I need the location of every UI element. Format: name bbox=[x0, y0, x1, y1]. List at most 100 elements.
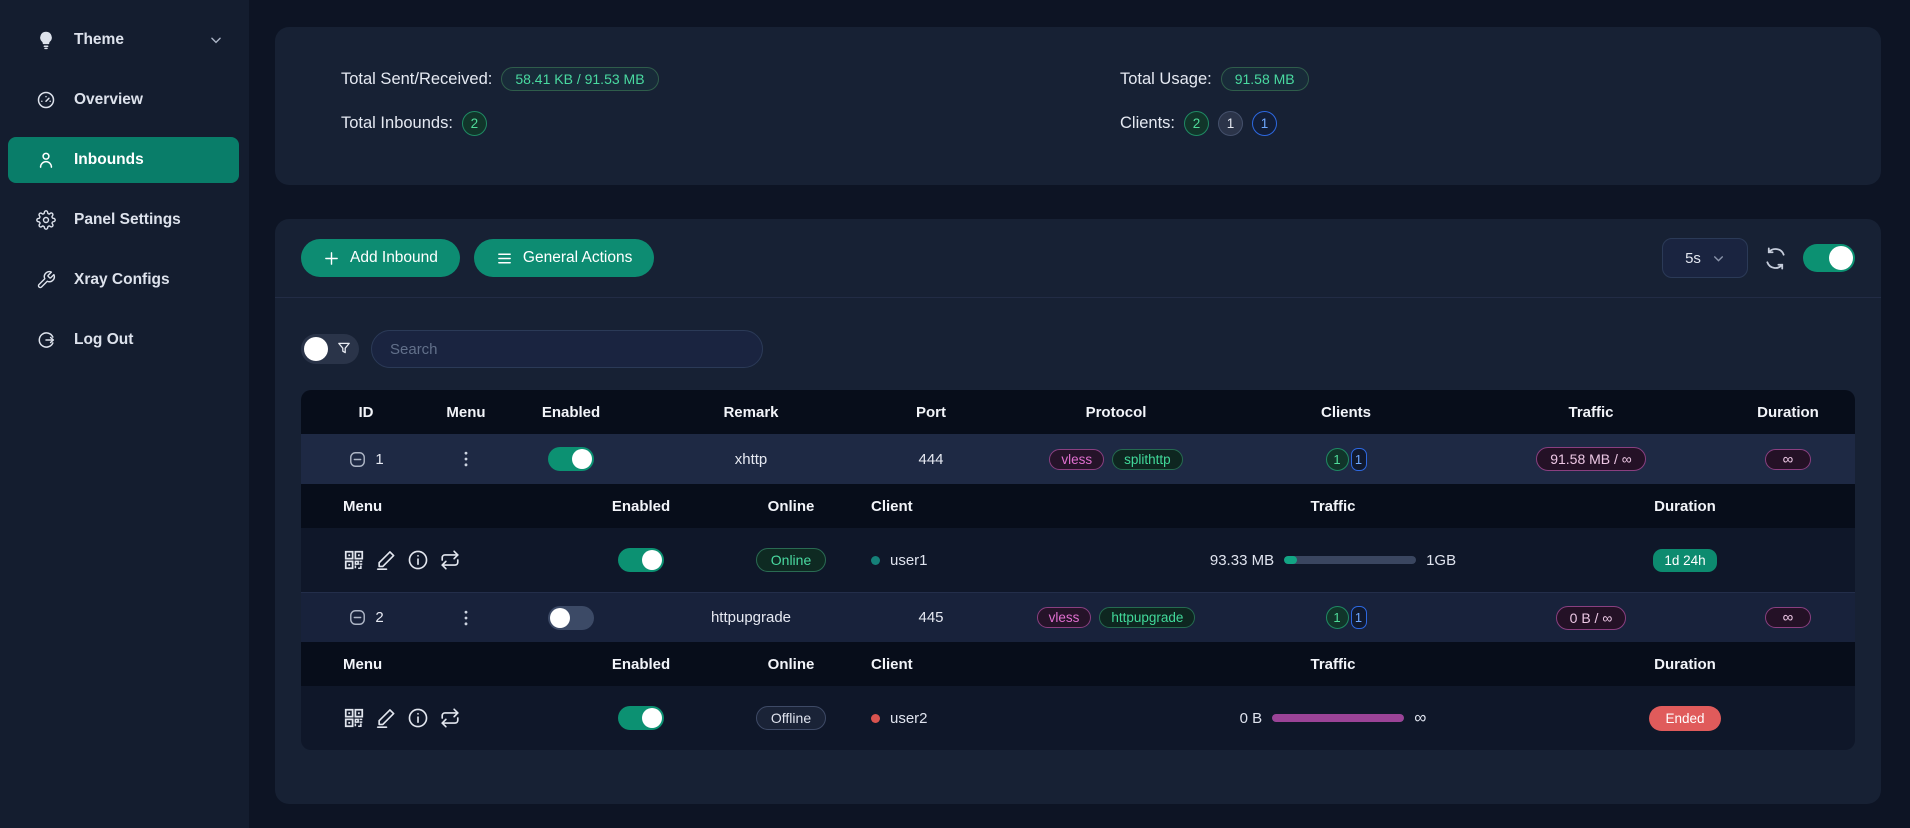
row-menu-button[interactable] bbox=[456, 608, 476, 628]
col-header-protocol: Protocol bbox=[1001, 404, 1231, 421]
col-header-enabled: Enabled bbox=[501, 404, 641, 421]
subcol-header-client: Client bbox=[861, 498, 1151, 515]
auto-refresh-toggle[interactable] bbox=[1803, 244, 1855, 272]
client-table-header: Menu Enabled Online Client Traffic Durat… bbox=[301, 642, 1855, 686]
traffic-total: 1GB bbox=[1426, 552, 1456, 569]
traffic-progress-bar bbox=[1272, 714, 1404, 722]
inbound-enabled-toggle[interactable] bbox=[548, 447, 594, 471]
client-color-dot bbox=[871, 714, 880, 723]
refresh-icon bbox=[1764, 247, 1787, 270]
general-actions-button[interactable]: General Actions bbox=[474, 239, 654, 277]
stat-clients: Clients: 2 1 1 bbox=[1120, 111, 1881, 136]
edit-button[interactable] bbox=[375, 549, 397, 571]
subcol-header-enabled: Enabled bbox=[561, 656, 721, 673]
main-content: Total Sent/Received: 58.41 KB / 91.53 MB… bbox=[249, 0, 1910, 828]
inbound-traffic-badge: 0 B / ∞ bbox=[1556, 606, 1627, 630]
filter-toggle[interactable] bbox=[301, 334, 359, 364]
lightbulb-icon bbox=[36, 30, 56, 50]
hamburger-icon bbox=[496, 250, 513, 267]
repeat-icon bbox=[439, 707, 461, 729]
traffic-used: 0 B bbox=[1240, 710, 1263, 727]
edit-button[interactable] bbox=[375, 707, 397, 729]
clients-total-badge: 2 bbox=[1184, 111, 1209, 136]
person-icon bbox=[36, 150, 56, 170]
client-name: user1 bbox=[890, 552, 928, 569]
reset-traffic-button[interactable] bbox=[439, 549, 461, 571]
stat-total-inbounds: Total Inbounds: 2 bbox=[341, 111, 1120, 136]
transport-tag: splithttp bbox=[1112, 449, 1183, 470]
client-status-badge: Online bbox=[756, 548, 826, 572]
gauge-icon bbox=[36, 90, 56, 110]
client-count-badge: 1 bbox=[1326, 606, 1349, 629]
sidebar-item-theme[interactable]: Theme bbox=[8, 17, 239, 63]
repeat-icon bbox=[439, 549, 461, 571]
sidebar: Theme Overview Inbounds Panel Settings X… bbox=[0, 0, 249, 828]
minus-square-icon bbox=[348, 608, 367, 627]
refresh-button[interactable] bbox=[1764, 247, 1787, 270]
dots-vertical-icon bbox=[456, 449, 476, 469]
toolbar: Add Inbound General Actions 5s bbox=[275, 219, 1881, 298]
gear-icon bbox=[36, 210, 56, 230]
subcol-header-enabled: Enabled bbox=[561, 498, 721, 515]
stat-total-usage: Total Usage: 91.58 MB bbox=[1120, 67, 1881, 91]
traffic-progress-fill bbox=[1284, 556, 1297, 564]
stat-label: Total Sent/Received: bbox=[341, 70, 492, 89]
refresh-interval-select[interactable]: 5s bbox=[1662, 238, 1748, 278]
client-table-header: Menu Enabled Online Client Traffic Durat… bbox=[301, 484, 1855, 528]
subcol-header-menu: Menu bbox=[301, 656, 561, 673]
sidebar-item-label: Inbounds bbox=[74, 151, 144, 169]
sidebar-item-label: Log Out bbox=[74, 331, 133, 349]
protocol-tag: vless bbox=[1049, 449, 1104, 470]
reset-traffic-button[interactable] bbox=[439, 707, 461, 729]
add-inbound-button[interactable]: Add Inbound bbox=[301, 239, 460, 277]
sidebar-item-overview[interactable]: Overview bbox=[8, 77, 239, 123]
transport-tag: httpupgrade bbox=[1099, 607, 1195, 628]
inbound-remark: httpupgrade bbox=[641, 609, 861, 626]
search-input[interactable] bbox=[371, 330, 763, 368]
general-actions-label: General Actions bbox=[523, 249, 632, 267]
stats-card: Total Sent/Received: 58.41 KB / 91.53 MB… bbox=[275, 27, 1881, 185]
client-color-dot bbox=[871, 556, 880, 565]
col-header-duration: Duration bbox=[1721, 404, 1855, 421]
sidebar-item-xray-configs[interactable]: Xray Configs bbox=[8, 257, 239, 303]
col-header-remark: Remark bbox=[641, 404, 861, 421]
subcol-header-online: Online bbox=[721, 656, 861, 673]
inbound-port: 445 bbox=[861, 609, 1001, 626]
inbound-enabled-toggle[interactable] bbox=[548, 606, 594, 630]
client-online-badge: 1 bbox=[1351, 448, 1367, 471]
collapse-row-button[interactable] bbox=[348, 450, 367, 469]
info-icon bbox=[407, 707, 429, 729]
logout-icon bbox=[36, 330, 56, 350]
minus-square-icon bbox=[348, 450, 367, 469]
pencil-icon bbox=[375, 549, 397, 571]
filter-toggle-knob bbox=[304, 337, 328, 361]
client-enabled-toggle[interactable] bbox=[618, 706, 664, 730]
total-usage-badge: 91.58 MB bbox=[1221, 67, 1309, 91]
subcol-header-duration: Duration bbox=[1515, 498, 1855, 515]
client-count-badge: 1 bbox=[1326, 448, 1349, 471]
client-row: Offline user2 0 B ∞ Ended bbox=[301, 686, 1855, 750]
sidebar-item-inbounds[interactable]: Inbounds bbox=[8, 137, 239, 183]
stat-label: Total Usage: bbox=[1120, 70, 1212, 89]
inbound-traffic-badge: 91.58 MB / ∞ bbox=[1536, 447, 1646, 471]
sidebar-item-label: Overview bbox=[74, 91, 143, 109]
inbound-id: 1 bbox=[375, 451, 383, 468]
sidebar-item-log-out[interactable]: Log Out bbox=[8, 317, 239, 363]
inbound-remark: xhttp bbox=[641, 451, 861, 468]
row-menu-button[interactable] bbox=[456, 449, 476, 469]
info-button[interactable] bbox=[407, 707, 429, 729]
client-online-badge: 1 bbox=[1351, 606, 1367, 629]
client-enabled-toggle[interactable] bbox=[618, 548, 664, 572]
client-duration-badge: 1d 24h bbox=[1653, 549, 1716, 572]
sidebar-item-panel-settings[interactable]: Panel Settings bbox=[8, 197, 239, 243]
info-icon bbox=[407, 549, 429, 571]
clients-online-badge: 1 bbox=[1252, 111, 1277, 136]
stat-sent-received: Total Sent/Received: 58.41 KB / 91.53 MB bbox=[341, 67, 1120, 91]
info-button[interactable] bbox=[407, 549, 429, 571]
collapse-row-button[interactable] bbox=[348, 608, 367, 627]
qr-code-button[interactable] bbox=[343, 707, 365, 729]
qr-code-button[interactable] bbox=[343, 549, 365, 571]
sidebar-item-label: Xray Configs bbox=[74, 271, 170, 289]
col-header-id: ID bbox=[301, 404, 431, 421]
add-inbound-label: Add Inbound bbox=[350, 249, 438, 267]
